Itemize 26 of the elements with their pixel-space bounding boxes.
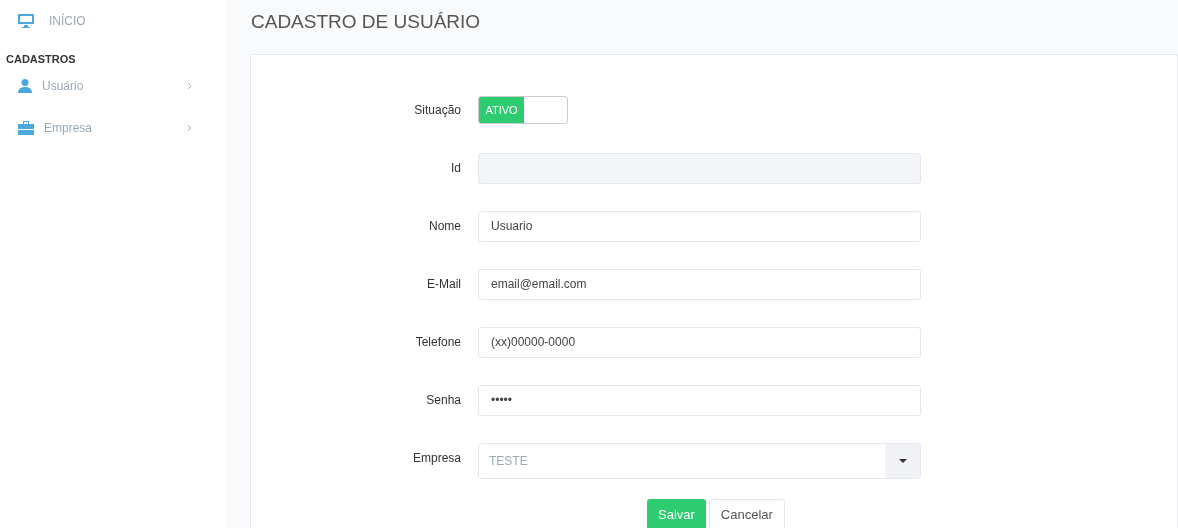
cancel-button[interactable]: Cancelar <box>708 499 785 528</box>
section-heading: CADASTROS <box>6 52 76 67</box>
field-label: Empresa <box>411 450 462 467</box>
caret-down-icon <box>898 459 907 463</box>
input-field[interactable]: email@email.com <box>478 268 921 300</box>
field-label: Situação <box>413 102 462 119</box>
briefcase-icon <box>17 119 35 136</box>
home-link[interactable]: INÍCIO <box>0 10 225 32</box>
field-label: Id <box>450 160 462 177</box>
input-field[interactable]: Usuario <box>478 210 921 242</box>
sidebar-item[interactable]: Empresa <box>0 117 225 138</box>
chevron-right-icon <box>187 81 192 90</box>
input-field[interactable]: (xx)00000-0000 <box>478 326 921 358</box>
field-label: Nome <box>428 218 462 235</box>
status-toggle[interactable]: ATIVO <box>478 96 568 124</box>
sidebar-item[interactable]: Usuário <box>0 75 225 96</box>
select-field[interactable]: TESTE <box>478 443 921 479</box>
chevron-right-icon <box>187 123 192 132</box>
page-title: CADASTRO DE USUÁRIO <box>251 10 481 34</box>
field-label: E-Mail <box>426 276 462 293</box>
user-icon <box>17 77 33 94</box>
field-label: Telefone <box>414 334 462 351</box>
save-button[interactable]: Salvar <box>647 499 706 528</box>
monitor-icon <box>17 13 35 29</box>
field-label: Senha <box>425 392 462 409</box>
input-field[interactable]: ••••• <box>478 384 921 416</box>
